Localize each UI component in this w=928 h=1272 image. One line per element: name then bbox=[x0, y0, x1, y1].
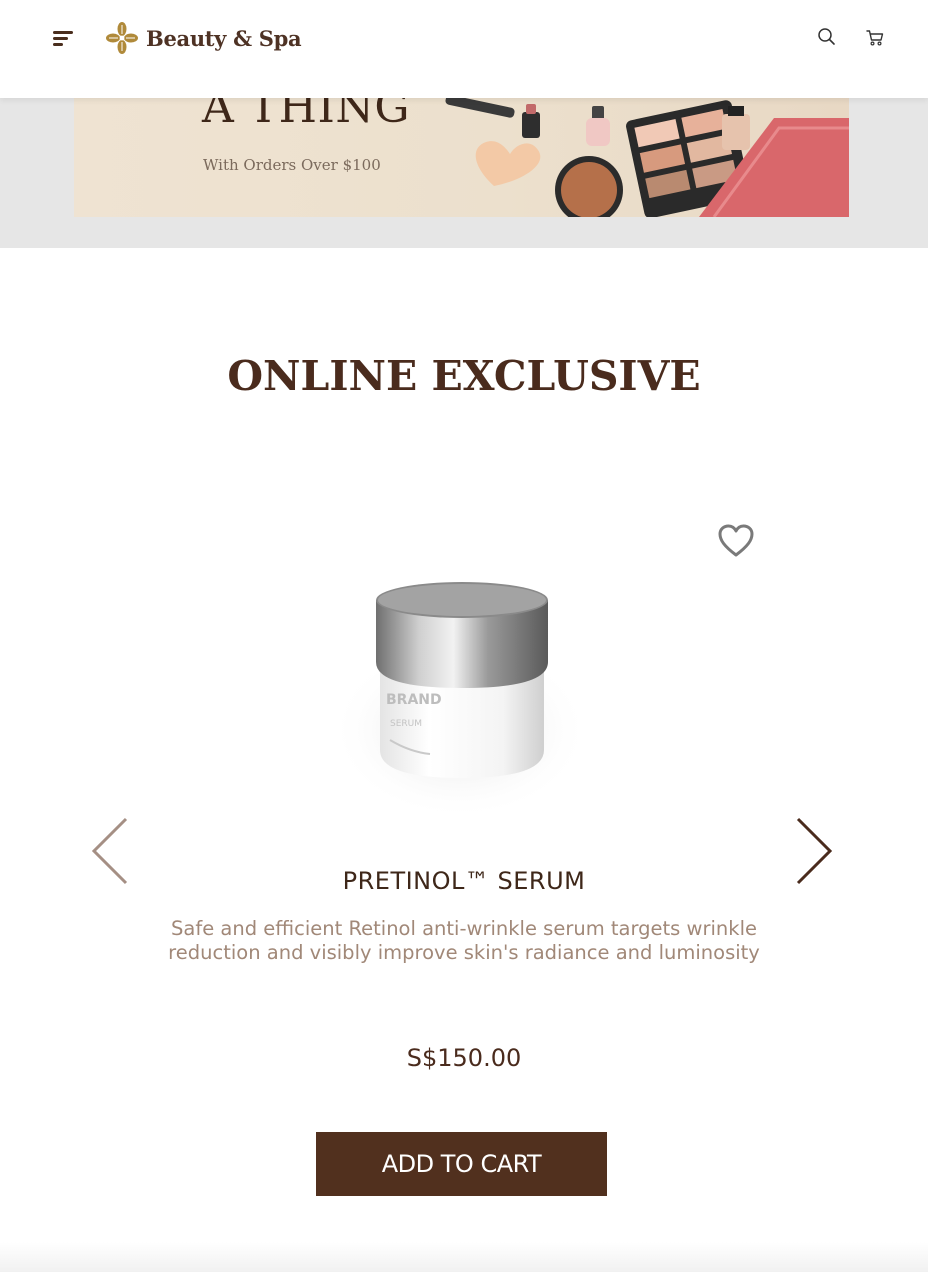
jar-brand-label: BRAND bbox=[386, 692, 442, 708]
product-description: Safe and efficient Retinol anti-wrinkle … bbox=[168, 917, 760, 964]
cosmetics-image bbox=[445, 98, 849, 217]
section-title: ONLINE EXCLUSIVE bbox=[227, 352, 701, 400]
product-price: S$150.00 bbox=[406, 1044, 522, 1072]
wishlist-heart-icon[interactable] bbox=[716, 522, 756, 560]
flower-logo-icon bbox=[106, 22, 138, 54]
logo[interactable]: Beauty & Spa bbox=[106, 20, 302, 56]
promo-band: A THING With Orders Over $100 bbox=[0, 98, 928, 248]
promo-banner[interactable]: A THING With Orders Over $100 bbox=[74, 98, 849, 217]
bottom-section-edge bbox=[0, 1242, 928, 1272]
logo-text: Beauty & Spa bbox=[146, 25, 302, 51]
product-image[interactable]: BRAND SERUM bbox=[330, 570, 600, 820]
cart-icon[interactable] bbox=[862, 24, 888, 50]
site-header: Beauty & Spa bbox=[0, 0, 928, 98]
search-icon[interactable] bbox=[814, 24, 840, 50]
menu-icon[interactable] bbox=[50, 26, 76, 50]
add-to-cart-button[interactable]: ADD TO CART bbox=[316, 1132, 607, 1196]
product-name[interactable]: PRETINOL™ SERUM bbox=[0, 867, 928, 895]
jar-sub-label: SERUM bbox=[390, 719, 422, 729]
